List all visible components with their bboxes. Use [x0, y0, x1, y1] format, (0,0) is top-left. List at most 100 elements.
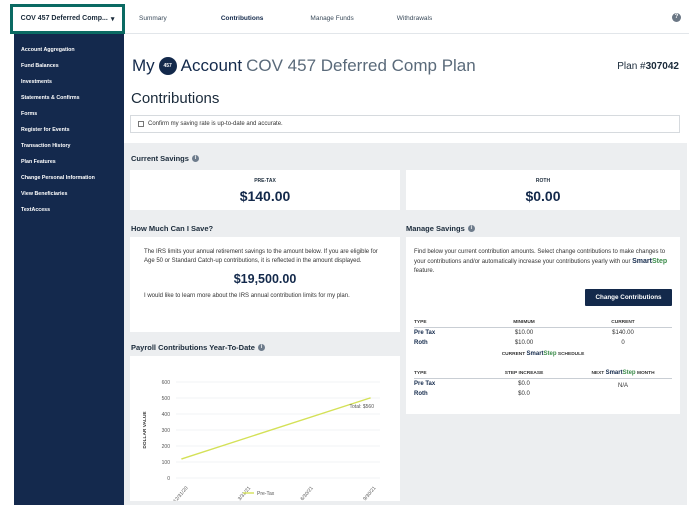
help-icon[interactable]: ? [672, 13, 681, 22]
y-tick-label: 300 [162, 428, 171, 434]
smart-word: Smart [605, 370, 623, 376]
page-header: My 457 Account COV 457 Deferred Comp Pla… [124, 34, 687, 143]
row-step-increase: $0.0 [518, 391, 530, 397]
tab-summary[interactable]: Summary [139, 15, 167, 22]
smart-word: Smart [632, 258, 652, 265]
how-much-heading: How Much Can I Save? [131, 224, 214, 233]
pretax-savings-card: PRE-TAX $140.00 [130, 170, 400, 210]
y-tick-label: 200 [162, 444, 171, 450]
plan-number-prefix: Plan # [617, 61, 646, 72]
manage-desc-a: Find below your current contribution amo… [414, 249, 666, 265]
row-current: 0 [621, 340, 625, 346]
y-tick-label: 500 [162, 396, 171, 402]
data-point [369, 397, 371, 399]
pretax-value: $140.00 [239, 188, 291, 204]
sidebar-item-change-personal-information[interactable]: Change Personal Information [14, 170, 124, 186]
plan-type-badge: 457 [158, 57, 177, 75]
smart-word: Smart [526, 351, 544, 357]
how-much-card: The IRS limits your annual retirement sa… [130, 237, 400, 332]
x-tick-label: 6/30/21 [300, 485, 315, 501]
sidebar-item-plan-features[interactable]: Plan Features [14, 154, 124, 170]
info-icon[interactable]: i [467, 225, 475, 232]
y-tick-label: 400 [162, 412, 171, 418]
roth-label: ROTH [535, 178, 551, 184]
info-icon[interactable]: i [257, 344, 265, 351]
col-type: TYPE [414, 370, 427, 376]
irs-limit-text: The IRS limits your annual retirement sa… [144, 249, 378, 264]
sidebar: Account Aggregation Fund Balances Invest… [14, 34, 124, 505]
irs-limit-amount: $19,500.00 [233, 272, 297, 286]
plan-name: COV 457 Deferred Comp Plan [246, 56, 476, 75]
table-row: Roth $0.0 [414, 389, 672, 399]
top-tabs: Summary Contributions Manage Funds Withd… [125, 15, 432, 22]
plan-selector-label: COV 457 Deferred Comp... [20, 15, 108, 22]
next-month-value: N/A [617, 383, 628, 389]
plan-number-value: 307042 [645, 61, 679, 72]
manage-savings-heading: Manage Savings i [406, 224, 475, 233]
main-content: My 457 Account COV 457 Deferred Comp Pla… [124, 34, 687, 505]
plan-number: Plan #307042 [617, 61, 679, 72]
manage-savings-card: Find below your current contribution amo… [406, 237, 680, 414]
confirm-checkbox[interactable] [138, 121, 144, 127]
manage-desc-b: feature. [414, 268, 435, 274]
caret-down-icon: ▾ [110, 15, 115, 23]
step-word: Step [543, 351, 557, 357]
col-step-increase: STEP INCREASE [504, 370, 544, 376]
title-my: My [132, 56, 155, 75]
step-word: Step [622, 370, 636, 376]
total-annotation: Total: $560 [350, 404, 375, 410]
learn-more-text[interactable]: I would like to learn more about the IRS… [144, 292, 386, 301]
roth-value: $0.00 [525, 188, 561, 204]
pretax-label: PRE-TAX [254, 178, 276, 184]
tab-contributions[interactable]: Contributions [221, 15, 264, 22]
confirm-rate-checkbox-row[interactable]: Confirm my saving rate is up-to-date and… [130, 115, 680, 133]
schedule-prefix: CURRENT [501, 352, 526, 357]
title-account: Account [180, 56, 243, 75]
sidebar-item-view-beneficiaries[interactable]: View Beneficiaries [14, 186, 124, 202]
sidebar-item-statements-confirms[interactable]: Statements & Confirms [14, 90, 124, 106]
roth-savings-card: ROTH $0.00 [406, 170, 680, 210]
contributions-table: TYPE MINIMUM CURRENT Pre Tax $10.00 $140… [414, 317, 672, 360]
section-title: Contributions [131, 90, 220, 107]
payroll-title: Payroll Contributions Year-To-Date [131, 343, 255, 352]
table-header-row: TYPE STEP INCREASE NEXT SmartStep MONTH [414, 368, 672, 379]
y-axis-label: DOLLAR VALUE [142, 411, 148, 449]
col-next-month: NEXT SmartStep MONTH [591, 370, 655, 376]
col-type: TYPE [414, 319, 427, 325]
data-point [181, 458, 183, 460]
payroll-heading: Payroll Contributions Year-To-Date i [131, 343, 265, 352]
smartstep-logo: SmartStep [632, 258, 667, 265]
row-minimum: $10.00 [514, 330, 534, 336]
y-tick-label: 600 [162, 380, 171, 386]
sidebar-item-account-aggregation[interactable]: Account Aggregation [14, 42, 124, 58]
top-navigation-bar: COV 457 Deferred Comp... ▾ Summary Contr… [10, 3, 689, 34]
row-type: Pre Tax [414, 381, 436, 387]
sidebar-item-textaccess[interactable]: TextAccess [14, 202, 124, 218]
row-step-increase: $0.0 [518, 381, 530, 387]
page-title: My 457 Account COV 457 Deferred Comp Pla… [132, 56, 476, 76]
schedule-suffix: SCHEDULE [557, 352, 585, 357]
manage-savings-title: Manage Savings [406, 224, 465, 233]
sidebar-item-register-for-events[interactable]: Register for Events [14, 122, 124, 138]
plan-selector[interactable]: COV 457 Deferred Comp... ▾ [10, 3, 125, 34]
sidebar-item-transaction-history[interactable]: Transaction History [14, 138, 124, 154]
current-savings-title: Current Savings [131, 154, 189, 163]
table-row: Roth $10.00 0 [414, 338, 672, 348]
sidebar-item-investments[interactable]: Investments [14, 74, 124, 90]
row-current: $140.00 [612, 330, 634, 336]
tab-manage-funds[interactable]: Manage Funds [310, 15, 353, 22]
info-icon[interactable]: i [191, 155, 199, 162]
payroll-line-chart: 0100200300400500600DOLLAR VALUE12/31/20 3… [142, 380, 380, 501]
manage-savings-description: Find below your current contribution amo… [414, 248, 672, 276]
tab-withdrawals[interactable]: Withdrawals [397, 15, 432, 22]
col-minimum: MINIMUM [513, 319, 535, 325]
row-type: Pre Tax [414, 330, 436, 336]
step-schedule-table: TYPE STEP INCREASE NEXT SmartStep MONTH … [414, 368, 672, 399]
x-tick-label: 12/31/20 [172, 485, 189, 501]
row-type: Roth [414, 391, 428, 397]
sidebar-item-fund-balances[interactable]: Fund Balances [14, 58, 124, 74]
sidebar-item-forms[interactable]: Forms [14, 106, 124, 122]
series-line-pretax [181, 397, 371, 460]
row-minimum: $10.00 [514, 340, 534, 346]
change-contributions-button[interactable]: Change Contributions [585, 289, 672, 306]
